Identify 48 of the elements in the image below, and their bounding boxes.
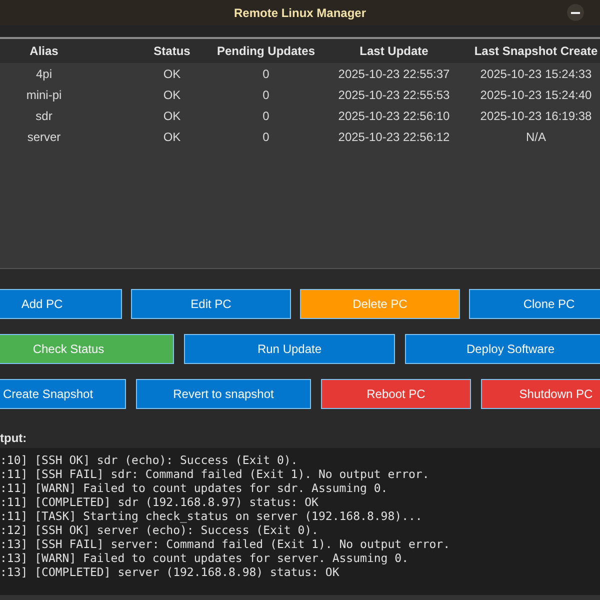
table-cell-text: 2025-10-23 15:24:40 <box>479 88 593 102</box>
minimize-icon <box>571 12 580 14</box>
table-cell-text: OK <box>162 130 182 144</box>
log-line: :11] [SSH FAIL] sdr: Command failed (Exit 1). No output error. <box>0 467 430 481</box>
table-cell-text: 0 <box>262 66 270 80</box>
action-button[interactable]: Clone PC <box>469 289 600 319</box>
table-cell-text: 0 <box>262 88 270 102</box>
log-line: :11] [TASK] Starting check_status on server (192.168.8.98)... <box>0 509 422 523</box>
action-button[interactable]: Deploy Software <box>405 334 600 364</box>
action-button[interactable]: Create Snapshot <box>0 379 126 409</box>
log-line: :13] [WARN] Failed to count updates for server. Assuming 0. <box>0 551 408 565</box>
table-cell-text: server <box>26 130 62 144</box>
table-cell-text: 2025-10-23 15:24:33 <box>479 66 593 80</box>
log-line: :13] [COMPLETED] server (192.168.8.98) status: OK <box>0 565 340 579</box>
table-cell-text: 2025-10-23 22:55:37 <box>337 66 451 80</box>
minimize-button[interactable] <box>567 4 584 21</box>
action-button[interactable]: Revert to snapshot <box>136 379 311 409</box>
log-line: :11] [COMPLETED] sdr (192.168.8.97) status: OK <box>0 495 318 509</box>
column-header[interactable]: Alias <box>0 43 128 59</box>
table-cell-text: 0 <box>262 130 270 144</box>
table-cell-text: 2025-10-23 16:19:38 <box>479 108 593 122</box>
table-cell-text: N/A <box>524 130 547 144</box>
table-cell-text: 0 <box>262 108 270 122</box>
log-line: :13] [SSH FAIL] server: Command failed (Exit 1). No output error. <box>0 537 450 551</box>
action-button[interactable]: Shutdown PC <box>481 379 600 409</box>
action-button[interactable]: Add PC <box>0 289 122 319</box>
action-button[interactable]: Run Update <box>184 334 395 364</box>
table-cell-text: sdr <box>34 108 54 122</box>
column-header[interactable]: Last Snapshot Create <box>472 43 600 59</box>
window-title: Remote Linux Manager <box>234 6 366 20</box>
column-header[interactable]: Last Update <box>316 43 472 59</box>
log-line: :11] [WARN] Failed to count updates for sdr. Assuming 0. <box>0 481 388 495</box>
table-cell-text: 2025-10-23 22:56:10 <box>337 108 451 122</box>
log-line: :10] [SSH OK] sdr (echo): Success (Exit 0). <box>0 453 298 467</box>
table-cell-text: mini-pi <box>25 88 63 102</box>
table-cell-text: OK <box>162 88 182 102</box>
table-cell-text: 2025-10-23 22:56:12 <box>337 130 451 144</box>
action-button[interactable]: Check Status <box>0 334 174 364</box>
action-button[interactable]: Reboot PC <box>321 379 471 409</box>
action-button[interactable]: Edit PC <box>131 289 291 319</box>
table-cell-text: 4pi <box>34 66 53 80</box>
table-cell-text: OK <box>162 66 182 80</box>
output-label: tput: <box>0 431 27 445</box>
column-header[interactable]: Pending Updates <box>216 43 316 59</box>
table-cell-text: 2025-10-23 22:55:53 <box>337 88 451 102</box>
table-cell-text: OK <box>162 108 182 122</box>
log-line: :12] [SSH OK] server (echo): Success (Exit 0). <box>0 523 318 537</box>
column-header[interactable]: Status <box>128 43 216 59</box>
